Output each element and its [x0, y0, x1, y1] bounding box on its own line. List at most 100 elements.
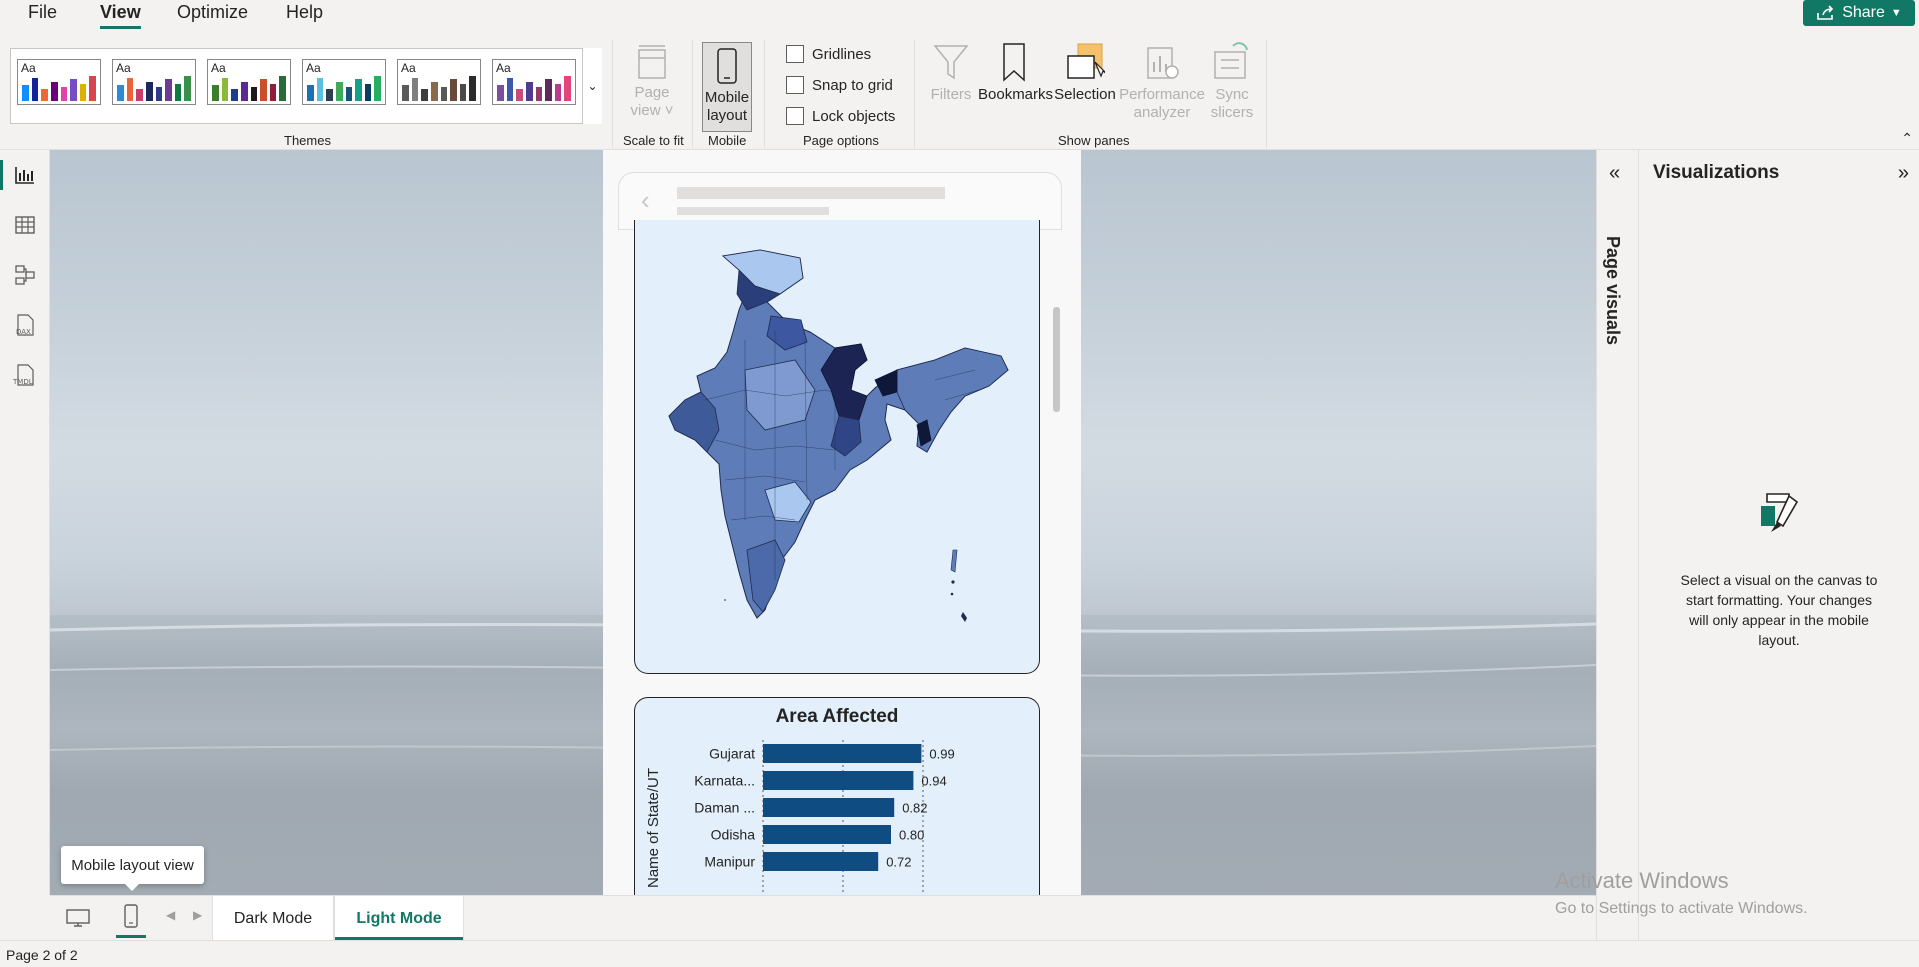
theme-aa-label: Aa: [401, 61, 416, 75]
ribbon: Aa Aa Aa Aa Aa Aa ⌄ Themes Page view ˅ Scale …: [0, 34, 1919, 150]
theme-swatch[interactable]: Aa: [112, 59, 196, 105]
menu-bar: File View Optimize Help Share ▼: [0, 0, 1919, 34]
visualizations-message: Select a visual on the canvas to start f…: [1680, 572, 1878, 648]
lock-objects-checkbox[interactable]: Lock objects: [786, 107, 895, 125]
bar[interactable]: [763, 744, 922, 763]
performance-label-1: Performance: [1119, 86, 1205, 103]
bar[interactable]: [763, 771, 914, 790]
theme-color-bar: [450, 78, 457, 101]
theme-aa-label: Aa: [306, 61, 321, 75]
mobile-layout-view-button[interactable]: [116, 902, 146, 938]
checkbox-box: [786, 45, 804, 63]
activate-windows-subtitle: Go to Settings to activate Windows.: [1555, 900, 1808, 917]
theme-swatch[interactable]: Aa: [492, 59, 576, 105]
data-label: 0.94: [921, 774, 946, 789]
data-label: 0.82: [902, 801, 927, 816]
data-label: 0.72: [886, 855, 911, 870]
separator: [914, 40, 915, 148]
selection-pane-button[interactable]: Selection: [1054, 42, 1116, 104]
theme-color-bar: [307, 85, 314, 101]
theme-color-bar: [145, 81, 153, 101]
theme-color-bars: [402, 75, 476, 101]
menu-optimize[interactable]: Optimize: [177, 2, 248, 23]
tab-light-mode[interactable]: Light Mode: [334, 896, 464, 941]
view-switcher-rail: DAX TMDL: [0, 150, 50, 895]
theme-color-bar: [411, 77, 419, 101]
sync-slicers-button[interactable]: Sync slicers: [1208, 42, 1256, 122]
theme-color-bars: [22, 75, 96, 101]
theme-color-bar: [89, 76, 96, 101]
next-page-icon[interactable]: ▶: [193, 908, 202, 922]
menu-view[interactable]: View: [100, 2, 141, 29]
separator: [1266, 40, 1267, 148]
phone-scrollbar[interactable]: [1053, 307, 1060, 412]
chevron-down-icon: ▼: [1890, 7, 1902, 19]
mobile-phone-icon: [717, 48, 737, 84]
data-label: 0.99: [929, 747, 954, 762]
share-button[interactable]: Share ▼: [1803, 0, 1915, 26]
tab-dark-mode[interactable]: Dark Mode: [212, 896, 334, 941]
status-bar: Page 2 of 2: [0, 940, 1919, 967]
themes-group-label: Themes: [284, 133, 331, 148]
page-view-label-2: view ˅: [630, 102, 674, 119]
checkbox-box: [786, 107, 804, 125]
bar-chart-plot: Gujarat 0.99 Karnata... 0.94 Daman ... 0.82 Od…: [694, 740, 955, 928]
mobile-layout-label-2: layout: [706, 107, 748, 124]
page-visuals-label[interactable]: Page visuals: [1602, 236, 1623, 345]
theme-color-bar: [221, 77, 229, 101]
theme-swatch[interactable]: Aa: [17, 59, 101, 105]
theme-color-bar: [564, 76, 571, 101]
desktop-layout-icon[interactable]: [65, 908, 91, 928]
theme-swatch[interactable]: Aa: [302, 59, 386, 105]
bar[interactable]: [763, 825, 891, 844]
category-label: Odisha: [711, 827, 756, 843]
separator: [764, 40, 765, 148]
performance-analyzer-button[interactable]: Performance analyzer: [1118, 42, 1206, 122]
theme-color-bars: [497, 75, 571, 101]
model-view-icon[interactable]: [12, 262, 38, 288]
report-view-icon[interactable]: [0, 160, 38, 190]
gridlines-checkbox[interactable]: Gridlines: [786, 45, 871, 63]
prev-page-icon[interactable]: ◀: [166, 908, 175, 922]
theme-color-bar: [155, 86, 163, 101]
theme-color-bar: [535, 86, 543, 101]
theme-color-bar: [364, 84, 372, 101]
tooltip-text: Mobile layout view: [71, 856, 194, 874]
visualizations-pane: Visualizations » Select a visual on the …: [1638, 150, 1919, 940]
theme-aa-label: Aa: [211, 61, 226, 75]
theme-color-bar: [279, 76, 286, 101]
table-view-icon[interactable]: [12, 212, 38, 238]
mobile-layout-label-1: Mobile: [704, 89, 750, 106]
snap-to-grid-checkbox[interactable]: Snap to grid: [786, 76, 893, 94]
theme-aa-label: Aa: [496, 61, 511, 75]
map-visual-card[interactable]: [634, 220, 1040, 674]
filters-pane-button[interactable]: Filters: [928, 42, 974, 104]
back-arrow-icon[interactable]: ‹: [641, 185, 650, 216]
collapse-pane-icon[interactable]: »: [1898, 162, 1909, 185]
page-view-button[interactable]: Page view ˅: [624, 44, 680, 120]
dax-query-view-icon[interactable]: DAX: [12, 312, 38, 338]
expand-pane-icon[interactable]: «: [1609, 162, 1620, 185]
bookmarks-pane-button[interactable]: Bookmarks: [978, 42, 1053, 104]
tmdl-view-icon[interactable]: TMDL: [12, 362, 38, 388]
filter-icon: [933, 45, 969, 80]
bar[interactable]: [763, 852, 879, 871]
theme-swatch[interactable]: Aa: [397, 59, 481, 105]
category-label: Manipur: [704, 854, 755, 870]
theme-color-bar: [136, 89, 143, 101]
menu-file[interactable]: File: [28, 2, 57, 23]
category-label: Gujarat: [709, 746, 755, 762]
collapse-ribbon-icon[interactable]: ⌃: [1901, 130, 1913, 147]
theme-swatch[interactable]: Aa: [207, 59, 291, 105]
theme-color-bar: [421, 89, 428, 101]
visualizations-title: Visualizations: [1653, 162, 1780, 183]
theme-color-bar: [345, 86, 353, 101]
theme-color-bar: [117, 85, 124, 101]
menu-help[interactable]: Help: [286, 2, 323, 23]
theme-color-bar: [459, 84, 467, 101]
mobile-layout-button[interactable]: Mobile layout: [702, 42, 752, 132]
area-affected-chart-card[interactable]: Area Affected Name of State/UT Gujarat 0.…: [634, 697, 1040, 928]
theme-color-bar: [31, 77, 39, 101]
bar[interactable]: [763, 798, 895, 817]
themes-dropdown-button[interactable]: ⌄: [582, 48, 602, 124]
